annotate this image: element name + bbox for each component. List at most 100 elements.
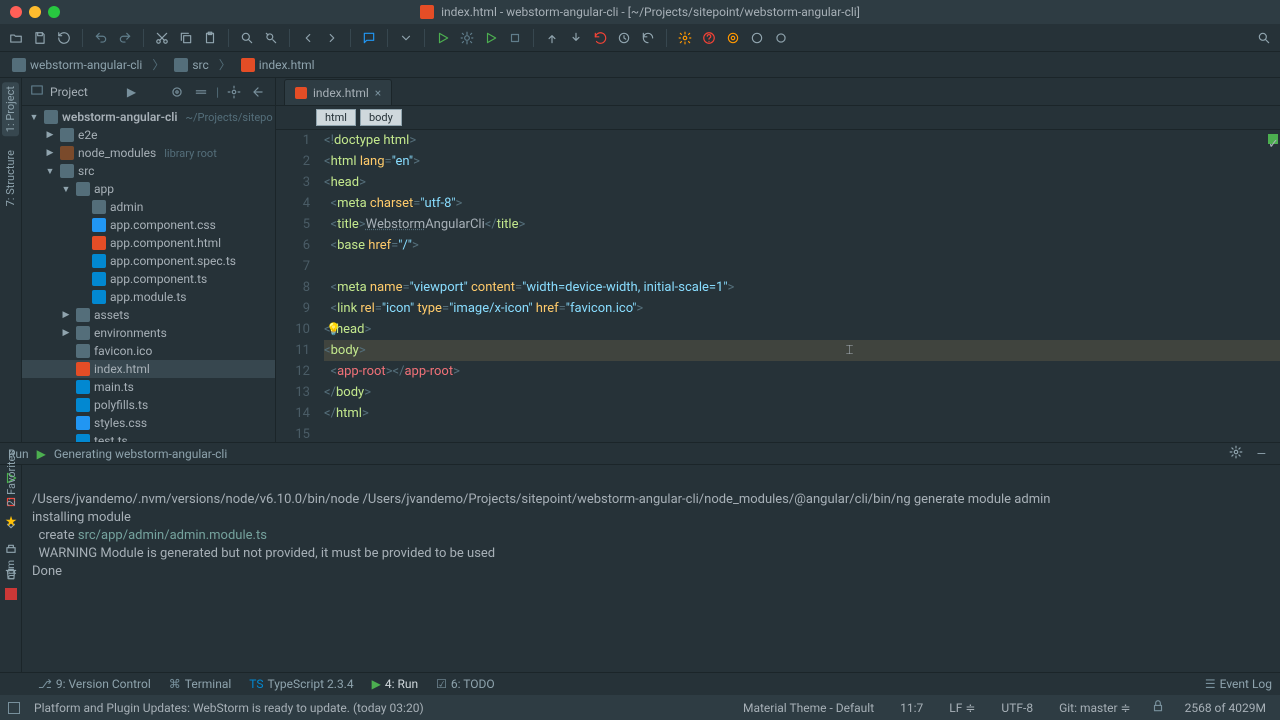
tree-item[interactable]: app.component.html (22, 234, 275, 252)
tree-item[interactable]: index.html (22, 360, 275, 378)
tree-item[interactable]: ▶assets (22, 306, 275, 324)
intention-bulb-icon[interactable]: 💡 (326, 319, 341, 340)
coverage-button[interactable] (481, 28, 501, 48)
debug-button[interactable] (457, 28, 477, 48)
tree-root[interactable]: ▼webstorm-angular-cli~/Projects/sitepo (22, 108, 275, 126)
save-button[interactable] (30, 28, 50, 48)
tree-item[interactable]: admin (22, 198, 275, 216)
structure-tool-tab[interactable]: 7: Structure (2, 146, 19, 210)
back-button[interactable] (298, 28, 318, 48)
code-editor[interactable]: ✓ 123456789101112131415 <!doctype html> … (276, 130, 1280, 442)
help-button[interactable] (699, 28, 719, 48)
hide-panel-button[interactable] (249, 83, 267, 101)
chevron-right-icon: 〉 (219, 56, 231, 73)
run-config-dropdown[interactable] (396, 28, 416, 48)
tree-item[interactable]: main.ts (22, 378, 275, 396)
git-branch-status[interactable]: Git: master ≑ (1053, 701, 1137, 715)
tree-item[interactable]: app.component.ts (22, 270, 275, 288)
terminal-tab[interactable]: ⌘Terminal (169, 677, 232, 691)
tree-item[interactable]: ▶e2e (22, 126, 275, 144)
play-icon: ▶ (37, 447, 46, 461)
material-button[interactable] (747, 28, 767, 48)
chevron-right-icon[interactable]: ▶ (127, 85, 136, 99)
encoding-status[interactable]: UTF-8 (995, 701, 1039, 715)
tree-item[interactable]: test.ts (22, 432, 275, 442)
redo-button[interactable] (115, 28, 135, 48)
search-everywhere-button[interactable] (1254, 28, 1274, 48)
replace-button[interactable] (261, 28, 281, 48)
project-tool-tab[interactable]: 1: Project (2, 82, 19, 136)
project-panel-header: Project ▶ | (22, 78, 275, 106)
tree-item[interactable]: ▼app (22, 180, 275, 198)
forward-button[interactable] (322, 28, 342, 48)
stop-button[interactable] (505, 28, 525, 48)
collapse-all-button[interactable] (192, 83, 210, 101)
tree-item[interactable]: app.component.css (22, 216, 275, 234)
nav-breadcrumbs: webstorm-angular-cli 〉 src 〉 index.html (0, 52, 1280, 78)
favorites-tool-tab[interactable]: 2: Favorites (5, 450, 18, 506)
todo-tab[interactable]: ☑6: TODO (436, 677, 495, 691)
find-button[interactable] (237, 28, 257, 48)
hide-run-panel-button[interactable]: — (1257, 447, 1266, 461)
tree-item[interactable]: ▶environments (22, 324, 275, 342)
chevron-right-icon: 〉 (152, 56, 164, 73)
project-tree[interactable]: ▼webstorm-angular-cli~/Projects/sitepo▶e… (22, 106, 275, 442)
tree-item[interactable]: favicon.ico (22, 342, 275, 360)
copy-button[interactable] (176, 28, 196, 48)
close-tab-button[interactable]: × (375, 86, 381, 100)
version-control-tab[interactable]: ⎇9: Version Control (38, 677, 151, 691)
left-tool-strip: 1: Project 7: Structure (0, 78, 22, 442)
memory-indicator[interactable]: 2568 of 4029M (1179, 701, 1272, 715)
settings-button[interactable] (675, 28, 695, 48)
chat-button[interactable] (359, 28, 379, 48)
tree-item[interactable]: app.module.ts (22, 288, 275, 306)
vcs-revert-button[interactable] (590, 28, 610, 48)
window-title: index.html - webstorm-angular-cli - [~/P… (0, 5, 1280, 20)
breadcrumb-project[interactable]: webstorm-angular-cli (6, 56, 148, 74)
tree-item[interactable]: ▼src (22, 162, 275, 180)
tree-item[interactable]: polyfills.ts (22, 396, 275, 414)
cut-button[interactable] (152, 28, 172, 48)
theme-status[interactable]: Material Theme - Default (737, 701, 880, 715)
refresh-button[interactable] (54, 28, 74, 48)
left-tool-strip-bottom: 2: Favorites ★ npm (0, 450, 22, 600)
panel-settings-button[interactable] (225, 83, 243, 101)
status-message: Platform and Plugin Updates: WebStorm is… (34, 701, 424, 715)
html-file-icon (241, 58, 255, 72)
breadcrumb-tag-html[interactable]: html (316, 109, 356, 126)
run-tab[interactable]: ▶4: Run (372, 677, 419, 691)
event-log-tab[interactable]: ☰Event Log (1205, 677, 1272, 691)
run-output[interactable]: /Users/jvandemo/.nvm/versions/node/v6.10… (22, 465, 1280, 672)
run-button[interactable] (433, 28, 453, 48)
code-content[interactable]: <!doctype html> <html lang="en"> <head> … (318, 130, 1280, 442)
vcs-commit-button[interactable] (566, 28, 586, 48)
tree-item[interactable]: app.component.spec.ts (22, 252, 275, 270)
undo-button[interactable] (91, 28, 111, 48)
open-button[interactable] (6, 28, 26, 48)
typescript-tab[interactable]: TSTypeScript 2.3.4 (249, 677, 353, 691)
tree-item[interactable]: ▶node_moduleslibrary root (22, 144, 275, 162)
main-toolbar (0, 24, 1280, 52)
scroll-from-source-button[interactable] (168, 83, 186, 101)
breadcrumb-tag-body[interactable]: body (360, 109, 402, 126)
editor-tab-index-html[interactable]: index.html × (284, 79, 392, 105)
npm-tool-tab[interactable]: npm (6, 560, 17, 580)
vcs-rollback-button[interactable] (638, 28, 658, 48)
vcs-history-button[interactable] (614, 28, 634, 48)
run-settings-button[interactable] (1229, 445, 1243, 462)
breadcrumb-src[interactable]: src (168, 56, 214, 74)
ide-settings-button[interactable] (723, 28, 743, 48)
run-panel-header: Run ▶ Generating webstorm-angular-cli — (0, 443, 1280, 465)
lock-icon[interactable] (1151, 699, 1165, 716)
line-ending-status[interactable]: LF ≑ (943, 701, 981, 715)
breadcrumb-file[interactable]: index.html (235, 56, 321, 74)
vcs-update-button[interactable] (542, 28, 562, 48)
tool-windows-button[interactable] (8, 702, 20, 714)
panda-button[interactable] (771, 28, 791, 48)
tree-item[interactable]: styles.css (22, 414, 275, 432)
titlebar: index.html - webstorm-angular-cli - [~/P… (0, 0, 1280, 24)
editor-tabbar: index.html × (276, 78, 1280, 106)
bottom-toolbar: ⎇9: Version Control ⌘Terminal TSTypeScri… (0, 672, 1280, 695)
paste-button[interactable] (200, 28, 220, 48)
html-file-icon (295, 87, 307, 99)
